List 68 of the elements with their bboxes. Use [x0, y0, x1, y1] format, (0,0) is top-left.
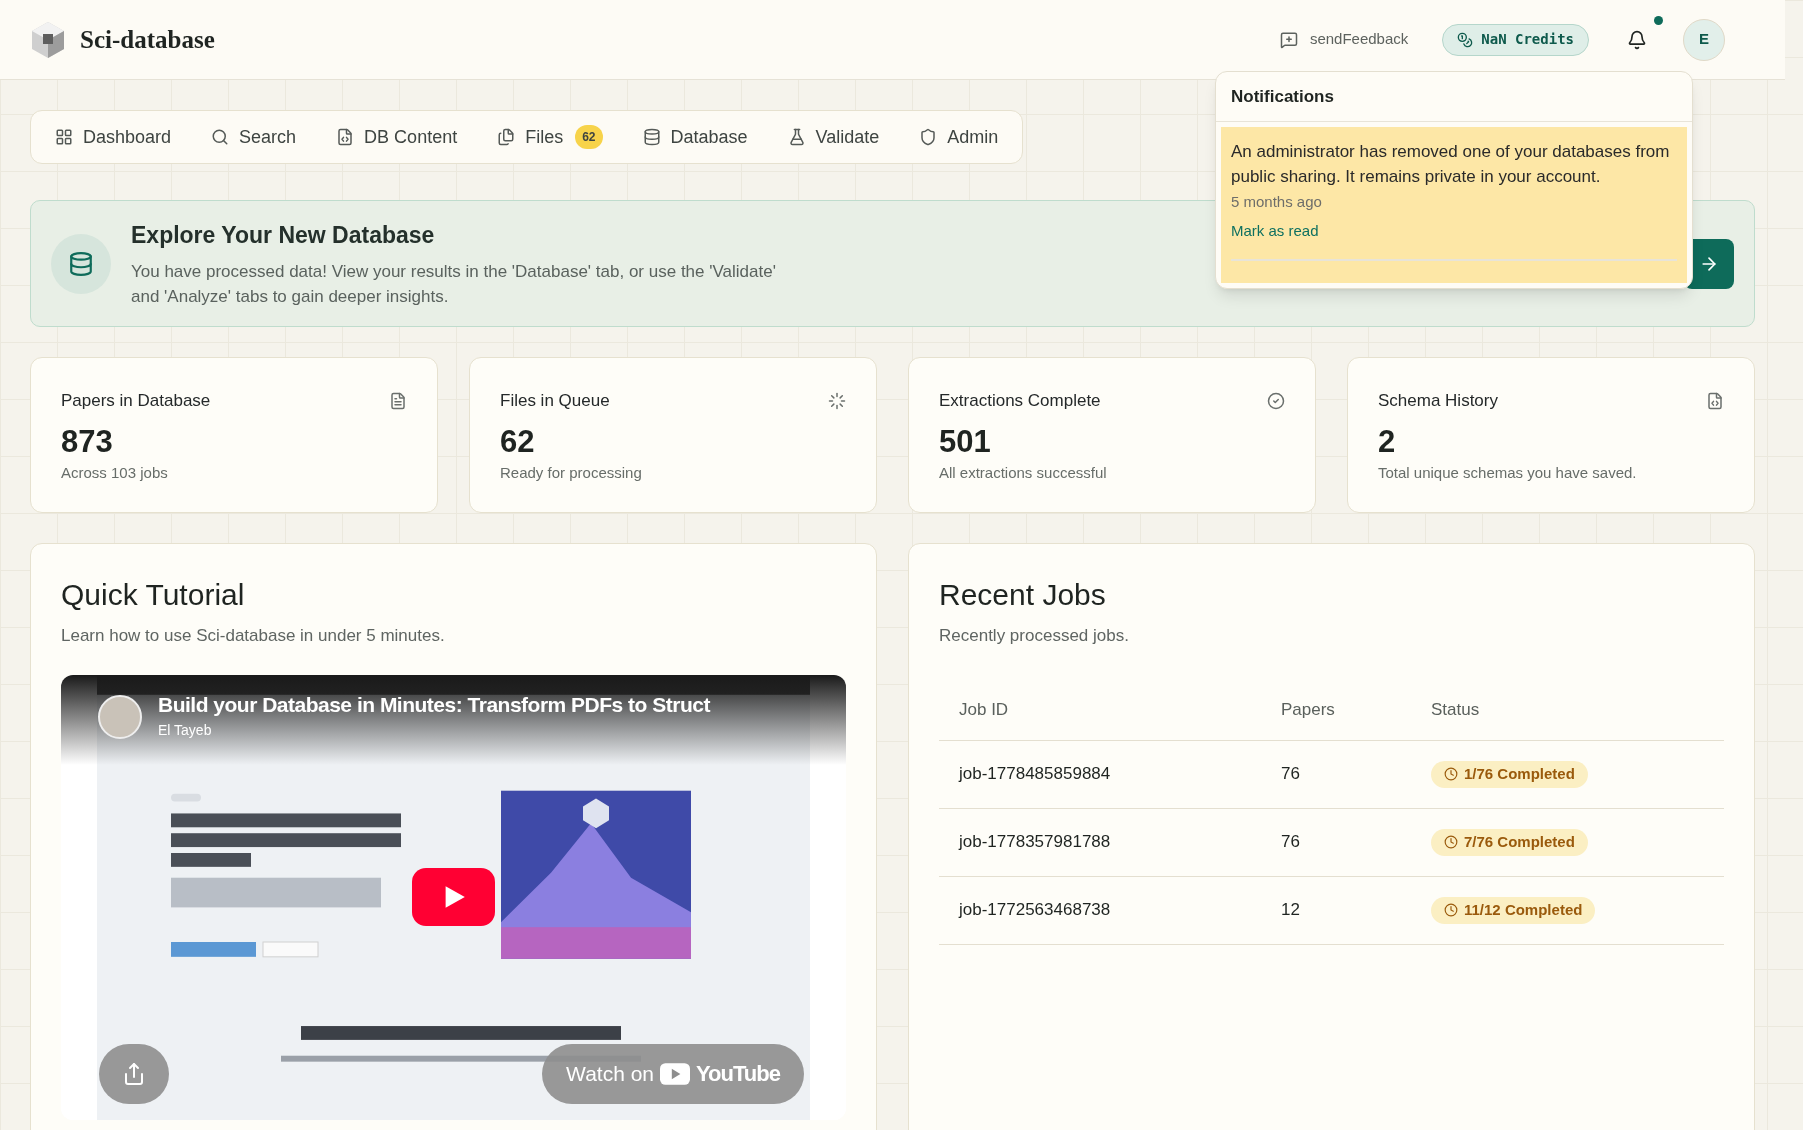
stat-title: Files in Queue: [500, 390, 610, 412]
card-title: Quick Tutorial: [61, 577, 246, 613]
video-title[interactable]: Build your Database in Minutes: Transform PDFs to Struct: [158, 688, 710, 720]
coins-icon: [1457, 31, 1474, 48]
youtube-play-icon: [660, 1062, 691, 1085]
mark-as-read-link[interactable]: Mark as read: [1231, 219, 1319, 242]
stat-value: 501: [939, 422, 992, 461]
stat-title: Extractions Complete: [939, 390, 1101, 412]
user-avatar[interactable]: E: [1683, 18, 1725, 61]
papers-cell-text: 76: [1281, 831, 1301, 854]
stat-note: Ready for processing: [500, 462, 643, 483]
code-file-icon: [1706, 391, 1724, 410]
column-header: Job ID: [959, 699, 1010, 722]
stat-note: All extractions successful: [939, 462, 1108, 483]
stat-value: 2: [1378, 422, 1397, 461]
count-badge: 62: [575, 125, 603, 149]
search-icon: [211, 128, 230, 146]
stat-note: Total unique schemas you have saved.: [1378, 462, 1638, 483]
stat-note: Across 103 jobs: [61, 462, 169, 483]
nav-tab[interactable]: DB Content: [336, 123, 458, 151]
nav-tab[interactable]: Dashboard: [55, 123, 172, 151]
clock-icon: [1444, 835, 1458, 849]
job-id-cell-text: job-1772563468738: [959, 899, 1112, 922]
shield-icon: [919, 128, 938, 146]
column-header: Papers: [1281, 699, 1336, 722]
status-badge: 11/12 Completed: [1431, 896, 1596, 924]
papers-cell-text: 12: [1281, 899, 1301, 922]
popup-title: Notifications: [1216, 72, 1692, 122]
banner-text: You have processed data! View your results in the 'Database' tab, or use the 'Validate' and 'Analyze' tabs to gain deeper insights.: [131, 260, 777, 308]
stat-title: Schema History: [1378, 390, 1498, 412]
feedback-icon: [1279, 30, 1298, 49]
bell-icon: [1627, 29, 1647, 50]
nav-tab[interactable]: Admin: [919, 123, 999, 151]
stat-value: 873: [61, 422, 114, 461]
code-file-icon: [336, 128, 355, 146]
grid-icon: [55, 128, 73, 146]
papers-cell-text: 76: [1281, 763, 1301, 786]
nav-tab[interactable]: Database: [642, 123, 748, 151]
card-subtitle: Recently processed jobs.: [939, 625, 1130, 647]
status-badge: 7/76 Completed: [1431, 828, 1588, 856]
card-title: Recent Jobs: [939, 577, 1107, 613]
card-subtitle: Learn how to use Sci-database in under 5 minutes.: [61, 625, 446, 647]
document-icon: [389, 391, 407, 410]
nav-tab[interactable]: Validate: [787, 123, 880, 151]
play-button[interactable]: [412, 867, 495, 926]
clock-icon: [1444, 903, 1458, 917]
spinner-icon: [828, 391, 846, 410]
column-header: Status: [1431, 699, 1481, 722]
nav-tab[interactable]: Files 62: [497, 123, 603, 151]
job-id-cell-text: job-1778357981788: [959, 831, 1112, 854]
job-id-cell-text: job-1778485859884: [959, 763, 1112, 786]
feedback-button[interactable]: sendFeedback: [1279, 28, 1409, 51]
nav-tab[interactable]: Search: [211, 123, 297, 151]
stat-title: Papers in Database: [61, 390, 211, 412]
check-circle-icon: [1267, 391, 1285, 410]
notification-text: An administrator has removed one of your databases from public sharing. It remains private in your account.: [1231, 141, 1671, 188]
files-icon: [497, 128, 516, 146]
credits-badge[interactable]: NaN Credits: [1442, 23, 1589, 56]
status-badge: 1/76 Completed: [1431, 760, 1588, 788]
clock-icon: [1444, 767, 1458, 781]
share-icon: [122, 1061, 146, 1086]
video-player[interactable]: Build your Database in Minutes: Transform PDFs to Struct El Tayeb Watch on YouTube: [61, 674, 846, 1120]
banner-title: Explore Your New Database: [131, 221, 435, 251]
flask-icon: [787, 128, 806, 146]
stat-value: 62: [500, 422, 536, 461]
database-icon: [642, 128, 661, 146]
brand-name: Sci-database: [80, 24, 215, 55]
notification-time: 5 months ago: [1231, 192, 1323, 212]
